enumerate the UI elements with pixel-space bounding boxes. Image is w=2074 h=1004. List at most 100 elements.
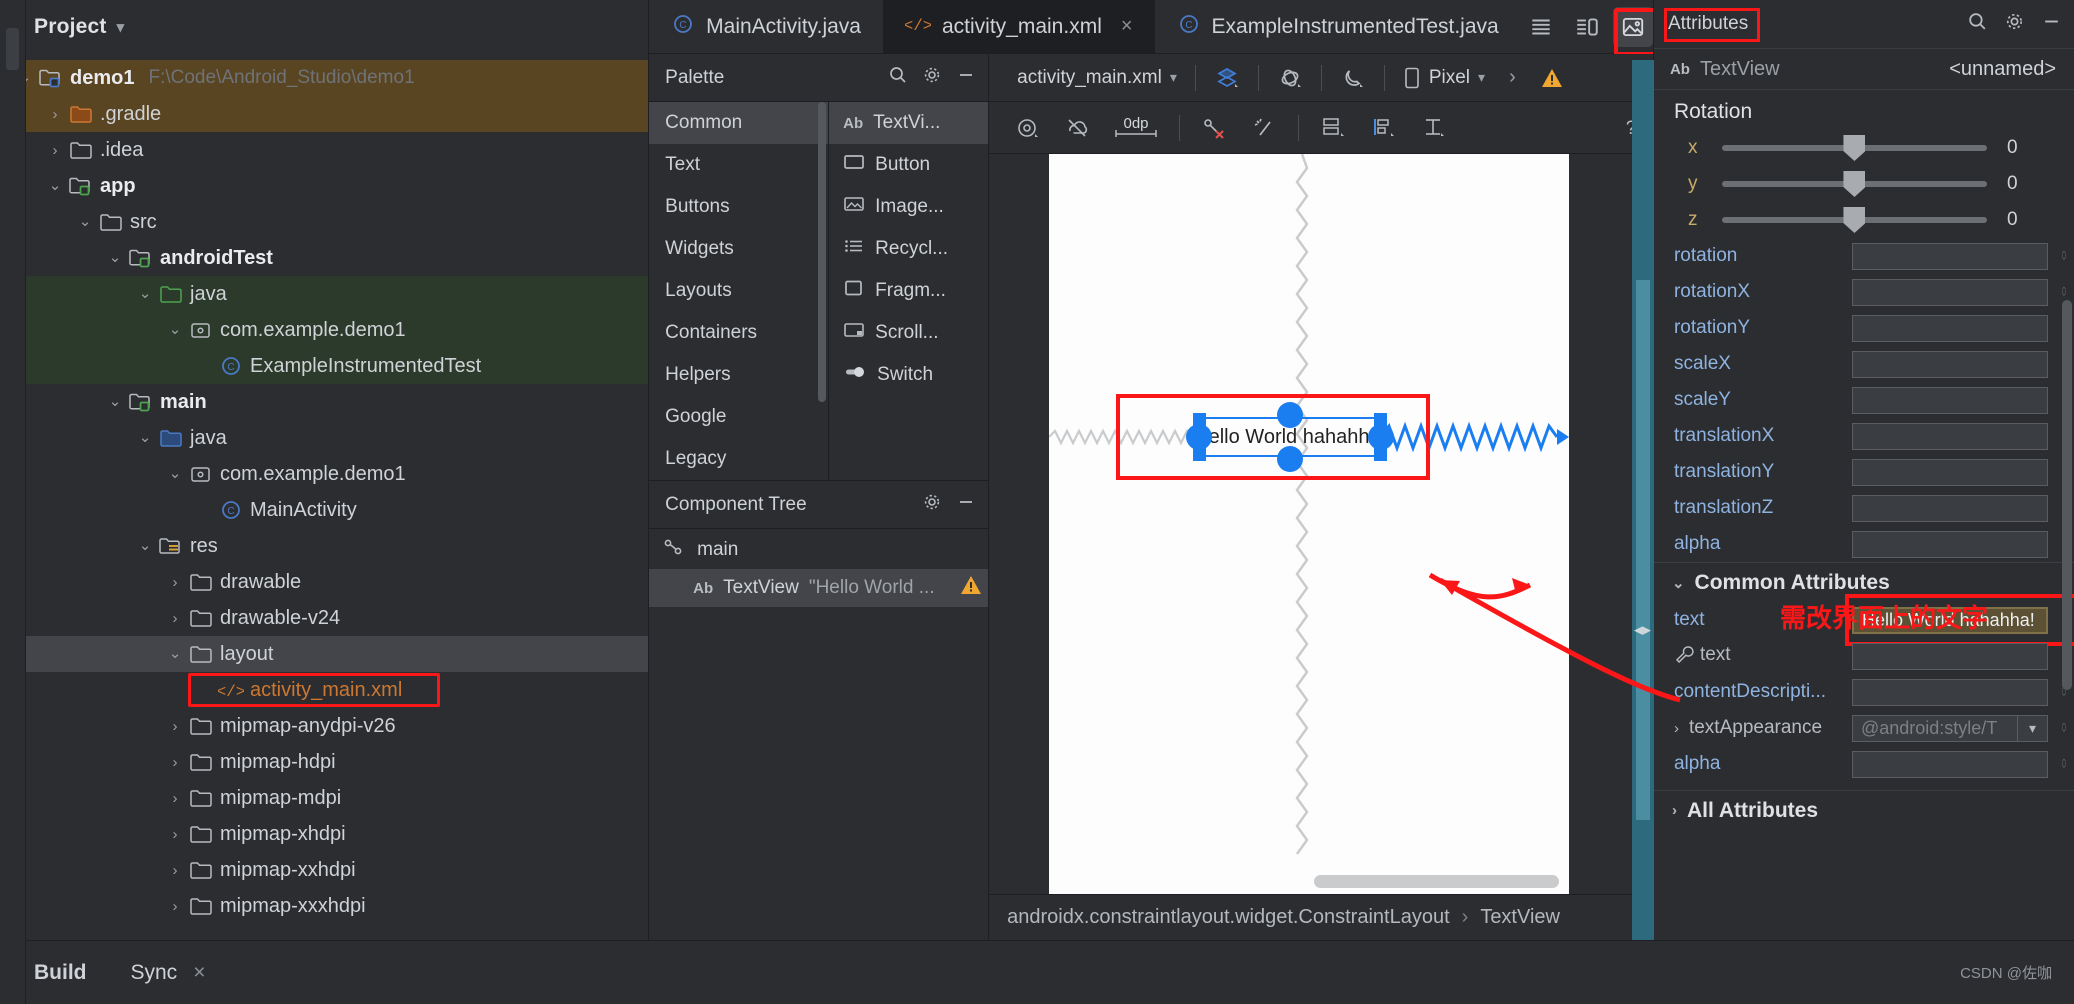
slider-thumb[interactable] [1843,207,1866,233]
palette-scrollbar[interactable] [818,102,827,402]
attribute-value-field[interactable] [1851,642,2048,670]
palette-item[interactable]: Switch [829,354,988,396]
tree-row[interactable]: › mipmap-mdpi [0,780,648,816]
chevron-down-icon[interactable]: ▾ [2017,715,2047,741]
gear-icon[interactable] [922,492,942,518]
chevron-down-icon[interactable]: ▾ [1478,69,1485,86]
palette-item[interactable]: Scroll... [829,312,988,354]
editor-tab[interactable]: C ExampleInstrumentedTest.java [1155,0,1521,53]
minimize-icon[interactable] [2041,11,2062,38]
chevron-down-icon[interactable]: ⌄ [134,286,156,301]
panel-splitter[interactable]: ◂▸ [1631,60,1654,940]
tree-row[interactable]: › mipmap-hdpi [0,744,648,780]
palette-category[interactable]: Widgets [649,228,828,270]
chevron-down-icon[interactable]: ⌄ [104,394,126,409]
tree-row[interactable]: › .idea [0,132,648,168]
palette-item[interactable]: Recycl... [829,228,988,270]
palette-item[interactable]: Ab TextVi... [829,102,989,144]
tree-row[interactable]: ⌄ app [0,168,648,204]
chevron-down-icon[interactable]: ▾ [1170,69,1177,86]
editor-tab[interactable]: </> activity_main.xml × [882,0,1155,53]
attribute-state-indicator[interactable]: ○ [2060,753,2069,775]
split-view-icon[interactable] [1567,7,1607,47]
tree-row[interactable]: ⌄ layout [0,636,649,672]
attribute-state-indicator[interactable]: ○ [2060,717,2069,739]
attribute-value-field[interactable] [1851,458,2048,486]
chevron-right-icon[interactable]: › [44,142,66,159]
warning-icon[interactable] [1528,66,1576,90]
gear-icon[interactable] [2004,11,2025,38]
tree-row[interactable]: ⌄ com.example.demo1 [0,312,649,348]
attribute-value-field[interactable] [1851,278,2048,306]
tree-row[interactable]: ›</>activity_main.xml [0,672,648,708]
rotation-slider-x[interactable] [1721,135,1987,161]
rotation-slider-z[interactable] [1721,207,1987,233]
attribute-value-field[interactable]: @android:style/T ▾ [1851,714,2048,742]
slider-thumb[interactable] [1843,135,1866,161]
search-icon[interactable] [1967,11,1988,38]
show-constraints-icon[interactable] [1005,108,1049,148]
all-attributes-section[interactable]: › All Attributes [1653,790,2074,830]
component-tree-row[interactable]: Ab TextView "Hello World ... [649,569,989,607]
gear-icon[interactable] [922,65,942,91]
layout-file-selector[interactable]: activity_main.xml ▾ [1005,67,1189,89]
default-margin-icon[interactable]: 0dp [1105,108,1167,148]
build-tool-button[interactable]: Build [34,961,87,985]
attribute-value-field[interactable] [1851,314,2048,342]
tree-row[interactable]: ⌄ main [0,384,648,420]
slider-thumb[interactable] [1843,171,1866,197]
attribute-state-indicator[interactable]: ○ [2060,245,2069,267]
autoconnect-icon[interactable] [1055,108,1099,148]
tree-row[interactable]: › mipmap-xhdpi [0,816,648,852]
breadcrumb-root[interactable]: androidx.constraintlayout.widget.Constra… [1007,906,1449,929]
chevron-right-icon[interactable]: › [164,862,186,879]
design-surface-icon[interactable] [1202,65,1252,91]
attribute-value-field[interactable] [1851,242,2048,270]
chevron-down-icon[interactable]: ⌄ [164,646,186,661]
chevron-down-icon[interactable]: ▾ [117,18,125,36]
chevron-right-icon[interactable]: › [164,610,186,627]
chevron-down-icon[interactable]: ⌄ [164,466,186,481]
project-panel-header[interactable]: Project ▾ [0,0,648,54]
close-icon[interactable]: × [1121,15,1133,38]
tree-row[interactable]: › mipmap-anydpi-v26 [0,708,648,744]
chevron-right-icon[interactable]: › [164,790,186,807]
tree-row[interactable]: ›CExampleInstrumentedTest [0,348,649,384]
palette-item[interactable]: Image... [829,186,988,228]
device-selector[interactable]: Pixel ▾ [1391,66,1497,90]
clear-constraints-icon[interactable] [1192,108,1236,148]
chevron-down-icon[interactable]: ⌄ [1672,574,1685,592]
pack-icon[interactable] [1311,108,1355,148]
tree-row[interactable]: ›CMainActivity [0,492,648,528]
tree-row[interactable]: ⌄demo1F:\Code\Android_Studio\demo1 [0,60,649,96]
chevron-down-icon[interactable]: ⌄ [44,178,66,193]
breadcrumb[interactable]: androidx.constraintlayout.widget.Constra… [989,894,1653,940]
chevron-right-icon[interactable]: › [1497,66,1528,89]
editor-tab[interactable]: C MainActivity.java [649,0,883,53]
tree-row[interactable]: ⌄ java [0,420,648,456]
device-preview[interactable]: Hello World hahahha! [1049,154,1570,894]
splitter-thumb[interactable] [1635,280,1650,820]
design-view-icon[interactable] [1612,6,1653,47]
infer-constraints-icon[interactable] [1242,108,1286,148]
close-icon[interactable]: × [193,961,205,985]
component-tree-rows[interactable]: main Ab TextView "Hello World ... [649,529,989,607]
tree-row[interactable]: › mipmap-xxhdpi [0,852,648,888]
constraint-toolbar[interactable]: 0dp? [989,102,1653,154]
palette-item[interactable]: Fragm... [829,270,988,312]
chevron-right-icon[interactable]: › [164,898,186,915]
chevron-down-icon[interactable]: ⌄ [104,250,126,265]
palette-category[interactable]: Helpers [649,354,828,396]
palette-category[interactable]: Layouts [649,270,828,312]
tree-row[interactable]: › drawable-v24 [0,600,648,636]
chevron-right-icon[interactable]: › [164,826,186,843]
splitter-arrows-icon[interactable]: ◂▸ [1634,620,1651,640]
rotation-slider-y[interactable] [1721,171,1987,197]
palette-category[interactable]: Text [649,144,828,186]
attribute-value-field[interactable] [1851,422,2048,450]
rotate-icon[interactable] [1265,65,1315,91]
design-canvas[interactable]: Hello World hahahha! [989,154,1653,894]
tree-row[interactable]: ⌄ java [0,276,649,312]
palette-item[interactable]: Button [829,144,988,186]
search-icon[interactable] [888,65,908,91]
